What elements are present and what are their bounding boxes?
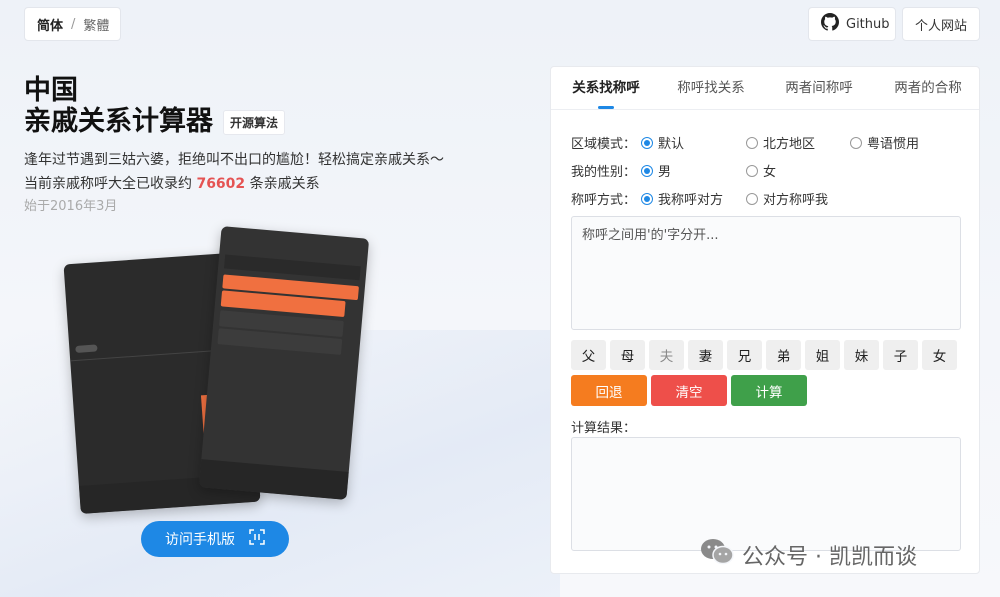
desc-line2-prefix: 当前亲戚称呼大全已收录约 xyxy=(24,176,197,192)
radio-dot xyxy=(746,192,758,205)
visit-mobile-label: 访问手机版 xyxy=(165,532,235,548)
gender-male-radio[interactable]: 男 xyxy=(641,161,746,180)
tab-title-to-relation[interactable]: 称呼找关系 xyxy=(661,67,761,109)
region-cantonese-radio[interactable]: 粤语惯用 xyxy=(850,133,919,152)
key-husband[interactable]: 夫 xyxy=(649,340,684,370)
open-source-badge: 开源算法 xyxy=(223,109,286,135)
radio-label: 女 xyxy=(763,165,777,180)
hero-description: 逢年过节遇到三姑六婆，拒绝叫不出口的尴尬！轻松搞定亲戚关系～ 当前亲戚称呼大全已… xyxy=(24,148,444,196)
radio-dot xyxy=(641,164,653,177)
phone-screenshot-results xyxy=(198,226,370,500)
tab-bar: 关系找称呼 称呼找关系 两者间称呼 两者的合称 xyxy=(551,67,979,110)
radio-label: 默认 xyxy=(658,137,685,152)
radio-label: 我称呼对方 xyxy=(658,193,724,208)
key-son[interactable]: 子 xyxy=(883,340,918,370)
clear-button[interactable]: 清空 xyxy=(651,375,727,406)
key-daughter[interactable]: 女 xyxy=(922,340,957,370)
github-button[interactable]: Github xyxy=(808,7,896,41)
personal-site-button[interactable]: 个人网站 xyxy=(902,7,980,41)
radio-dot xyxy=(746,164,758,177)
result-label: 计算结果： xyxy=(571,421,637,436)
tab-mutual-title[interactable]: 两者间称呼 xyxy=(761,67,877,109)
region-option-row: 区域模式： 默认 北方地区 粤语惯用 xyxy=(571,133,919,152)
key-younger-brother[interactable]: 弟 xyxy=(766,340,801,370)
radio-dot xyxy=(641,192,653,205)
record-count: 76602 xyxy=(196,176,246,192)
mode-i-call-radio[interactable]: 我称呼对方 xyxy=(641,189,746,208)
personal-site-label: 个人网站 xyxy=(914,18,967,34)
radio-label: 男 xyxy=(658,165,672,180)
key-younger-sister[interactable]: 妹 xyxy=(844,340,879,370)
calculate-button[interactable]: 计算 xyxy=(731,375,807,406)
mode-option-row: 称呼方式： 我称呼对方 对方称呼我 xyxy=(571,189,828,208)
lang-simplified[interactable]: 简体 xyxy=(37,15,63,34)
watermark-text: 公众号 · 凯凯而谈 xyxy=(742,545,917,570)
region-north-radio[interactable]: 北方地区 xyxy=(746,133,850,152)
tab-combined-title[interactable]: 两者的合称 xyxy=(877,67,979,109)
key-elder-sister[interactable]: 姐 xyxy=(805,340,840,370)
wechat-watermark: 公众号 · 凯凯而谈 xyxy=(700,538,917,572)
language-switcher: 简体 / 繁體 xyxy=(24,7,121,41)
gender-option-row: 我的性别： 男 女 xyxy=(571,161,776,180)
gender-female-radio[interactable]: 女 xyxy=(746,161,776,180)
radio-dot xyxy=(641,136,653,149)
lang-traditional[interactable]: 繁體 xyxy=(83,15,109,34)
region-label: 区域模式： xyxy=(571,137,637,152)
desc-line2: 当前亲戚称呼大全已收录约 76602 条亲戚关系 xyxy=(24,172,444,196)
back-button[interactable]: 回退 xyxy=(571,375,647,406)
desc-line1: 逢年过节遇到三姑六婆，拒绝叫不出口的尴尬！轻松搞定亲戚关系～ xyxy=(24,152,444,168)
qrcode-icon xyxy=(249,529,265,549)
page-title-line1: 中国 xyxy=(24,75,78,106)
hero-section: 中国 亲戚关系计算器 开源算法 逢年过节遇到三姑六婆，拒绝叫不出口的尴尬！轻松搞… xyxy=(24,76,444,218)
relation-keypad: 父 母 夫 妻 兄 弟 姐 妹 子 女 xyxy=(571,340,957,370)
relation-input[interactable]: 称呼之间用'的'字分开... xyxy=(571,216,961,330)
key-mother[interactable]: 母 xyxy=(610,340,645,370)
gender-label: 我的性别： xyxy=(571,165,637,180)
radio-dot xyxy=(746,136,758,149)
radio-label: 北方地区 xyxy=(763,137,816,152)
lang-separator: / xyxy=(71,16,76,32)
action-buttons: 回退 清空 计算 xyxy=(571,375,807,406)
region-default-radio[interactable]: 默认 xyxy=(641,133,746,152)
since-date: 始于2016年3月 xyxy=(24,199,118,214)
mode-they-call-radio[interactable]: 对方称呼我 xyxy=(746,189,828,208)
radio-label: 对方称呼我 xyxy=(763,193,829,208)
radio-dot xyxy=(850,136,862,149)
key-elder-brother[interactable]: 兄 xyxy=(727,340,762,370)
wechat-icon xyxy=(700,538,734,572)
desc-line2-suffix: 条亲戚关系 xyxy=(245,176,320,192)
visit-mobile-button[interactable]: 访问手机版 xyxy=(141,521,289,557)
calculator-panel: 关系找称呼 称呼找关系 两者间称呼 两者的合称 区域模式： 默认 北方地区 粤语… xyxy=(550,66,980,574)
radio-label: 粤语惯用 xyxy=(867,137,920,152)
mode-label: 称呼方式： xyxy=(571,193,637,208)
result-output xyxy=(571,437,961,551)
key-wife[interactable]: 妻 xyxy=(688,340,723,370)
github-label: Github xyxy=(846,16,890,32)
github-icon xyxy=(821,13,839,35)
phone-toggle xyxy=(75,344,98,353)
page-title-line2: 亲戚关系计算器 xyxy=(24,106,213,137)
key-father[interactable]: 父 xyxy=(571,340,606,370)
tab-relation-to-title[interactable]: 关系找称呼 xyxy=(551,67,661,109)
